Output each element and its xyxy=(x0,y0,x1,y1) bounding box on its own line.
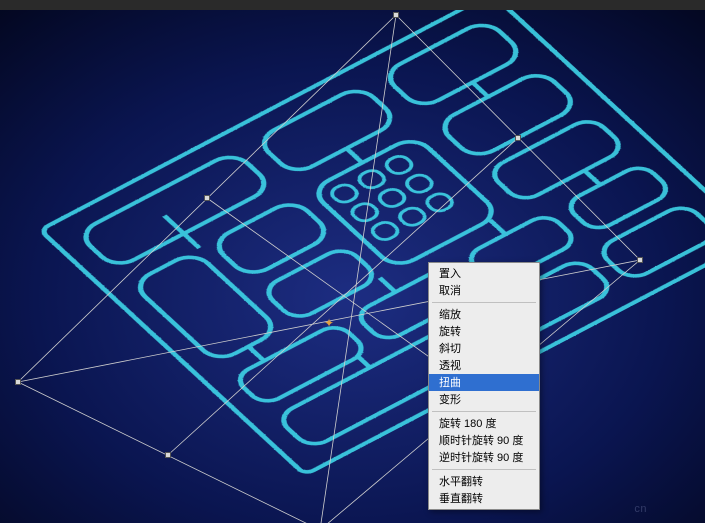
transform-handle[interactable] xyxy=(204,195,210,201)
menu-item[interactable]: 旋转 xyxy=(429,323,539,340)
transform-handle[interactable] xyxy=(515,135,521,141)
context-menu: 置入取消缩放旋转斜切透视扭曲变形旋转 180 度顺时针旋转 90 度逆时针旋转 … xyxy=(428,262,540,510)
menu-item[interactable]: 逆时针旋转 90 度 xyxy=(429,449,539,466)
menu-item[interactable]: 变形 xyxy=(429,391,539,408)
menu-item[interactable]: 透视 xyxy=(429,357,539,374)
menu-item[interactable]: 缩放 xyxy=(429,306,539,323)
transform-handle[interactable] xyxy=(165,452,171,458)
transform-center-icon[interactable]: ✦ xyxy=(323,317,335,329)
menu-item[interactable]: 顺时针旋转 90 度 xyxy=(429,432,539,449)
transform-handle[interactable] xyxy=(393,12,399,18)
artwork-svg xyxy=(0,10,705,523)
watermark: cn xyxy=(634,503,647,515)
menu-separator xyxy=(432,411,536,412)
menu-item[interactable]: 取消 xyxy=(429,282,539,299)
menu-item[interactable]: 置入 xyxy=(429,265,539,282)
transform-handle[interactable] xyxy=(637,257,643,263)
menu-item[interactable]: 斜切 xyxy=(429,340,539,357)
menu-separator xyxy=(432,469,536,470)
canvas[interactable]: ✦ cn 置入取消缩放旋转斜切透视扭曲变形旋转 180 度顺时针旋转 90 度逆… xyxy=(0,10,705,523)
titlebar xyxy=(0,0,705,10)
menu-item[interactable]: 扭曲 xyxy=(429,374,539,391)
menu-separator xyxy=(432,302,536,303)
menu-item[interactable]: 垂直翻转 xyxy=(429,490,539,507)
menu-item[interactable]: 水平翻转 xyxy=(429,473,539,490)
transform-handle[interactable] xyxy=(15,379,21,385)
menu-item[interactable]: 旋转 180 度 xyxy=(429,415,539,432)
